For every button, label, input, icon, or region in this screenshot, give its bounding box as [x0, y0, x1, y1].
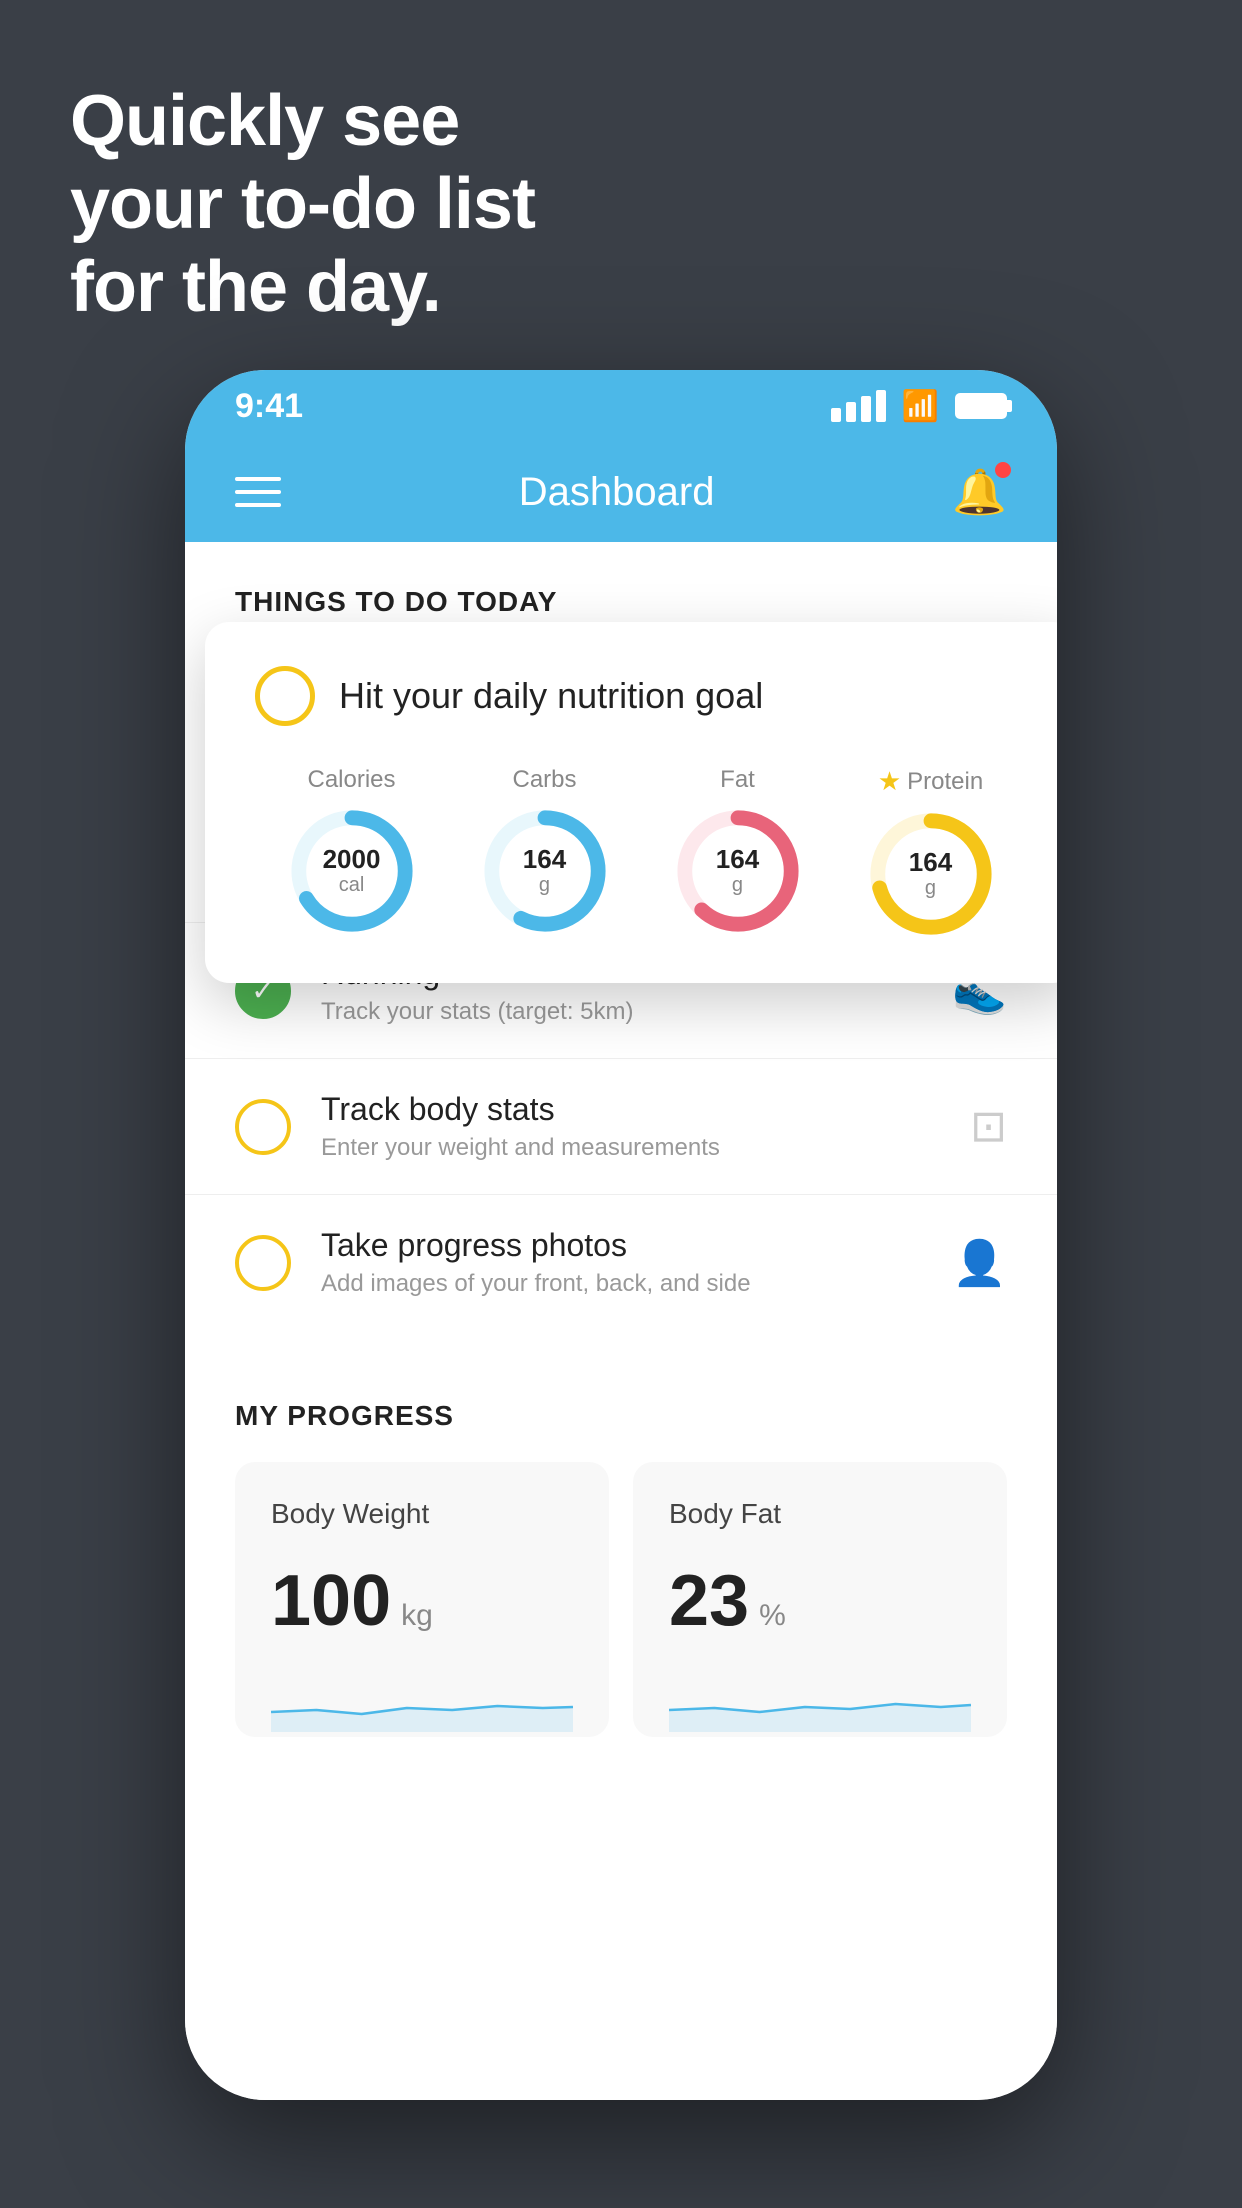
progress-section: MY PROGRESS Body Weight 100 kg B	[185, 1350, 1057, 1767]
todo-subtitle-body-stats: Enter your weight and measurements	[321, 1134, 940, 1162]
status-icons: 📶	[831, 389, 1007, 424]
body-weight-title: Body Weight	[271, 1498, 573, 1530]
calories-label: Calories	[307, 766, 395, 794]
nutrition-check-circle[interactable]	[255, 666, 315, 726]
notification-button[interactable]: 🔔	[952, 466, 1007, 518]
calories-unit: cal	[323, 874, 381, 897]
fat-unit: g	[716, 874, 759, 897]
signal-icon	[831, 390, 886, 422]
body-weight-value: 100	[271, 1560, 391, 1642]
todo-item-body-stats[interactable]: Track body stats Enter your weight and m…	[185, 1058, 1057, 1194]
body-weight-chart	[271, 1672, 573, 1732]
protein-donut: 164 g	[866, 809, 996, 939]
scale-icon: ⊡	[970, 1101, 1007, 1152]
todo-circle-body-stats	[235, 1099, 291, 1155]
nutrition-card: Hit your daily nutrition goal Calories 2…	[205, 622, 1057, 983]
todo-subtitle-photos: Add images of your front, back, and side	[321, 1270, 922, 1298]
body-fat-card[interactable]: Body Fat 23 %	[633, 1462, 1007, 1737]
app-header: Dashboard 🔔	[185, 442, 1057, 542]
fat-value: 164	[716, 845, 759, 874]
person-icon: 👤	[952, 1237, 1007, 1289]
notification-dot	[995, 462, 1011, 478]
body-fat-chart	[669, 1672, 971, 1732]
calories-value: 2000	[323, 845, 381, 874]
todo-text-body-stats: Track body stats Enter your weight and m…	[321, 1091, 940, 1162]
todo-title-body-stats: Track body stats	[321, 1091, 940, 1128]
todo-circle-photos	[235, 1235, 291, 1291]
body-fat-value: 23	[669, 1560, 749, 1642]
carbs-unit: g	[523, 874, 566, 897]
body-weight-card[interactable]: Body Weight 100 kg	[235, 1462, 609, 1737]
carbs-value: 164	[523, 845, 566, 874]
todo-item-photos[interactable]: Take progress photos Add images of your …	[185, 1194, 1057, 1330]
protein-label: Protein	[907, 768, 983, 796]
calories-donut: 2000 cal	[287, 806, 417, 936]
protein-unit: g	[909, 877, 952, 900]
status-time: 9:41	[235, 387, 303, 426]
fat-donut: 164 g	[673, 806, 803, 936]
nutrition-goal-text: Hit your daily nutrition goal	[339, 675, 763, 717]
header-title: Dashboard	[519, 470, 715, 515]
macro-fat: Fat 164 g	[673, 766, 803, 936]
wifi-icon: 📶	[902, 389, 939, 424]
macros-row: Calories 2000 cal Carbs	[255, 766, 1027, 939]
battery-icon	[955, 393, 1007, 419]
headline-text: Quickly see your to-do list for the day.	[70, 80, 535, 328]
todo-subtitle-running: Track your stats (target: 5km)	[321, 998, 922, 1026]
nutrition-goal-row: Hit your daily nutrition goal	[255, 666, 1027, 726]
status-bar: 9:41 📶	[185, 370, 1057, 442]
fat-label: Fat	[720, 766, 755, 794]
todo-list: ✓ Running Track your stats (target: 5km)…	[185, 922, 1057, 1330]
body-fat-title: Body Fat	[669, 1498, 971, 1530]
body-fat-unit: %	[759, 1599, 786, 1633]
protein-value: 164	[909, 848, 952, 877]
body-fat-value-row: 23 %	[669, 1560, 971, 1642]
body-weight-unit: kg	[401, 1599, 433, 1633]
star-icon: ★	[878, 766, 901, 797]
menu-button[interactable]	[235, 477, 281, 507]
macro-carbs: Carbs 164 g	[480, 766, 610, 936]
carbs-donut: 164 g	[480, 806, 610, 936]
todo-title-photos: Take progress photos	[321, 1227, 922, 1264]
todo-text-photos: Take progress photos Add images of your …	[321, 1227, 922, 1298]
macro-protein: ★ Protein 164 g	[866, 766, 996, 939]
macro-calories: Calories 2000 cal	[287, 766, 417, 936]
phone-mockup: 9:41 📶 Dashboard 🔔 THINGS TO DO TODAY	[185, 370, 1057, 2100]
progress-cards: Body Weight 100 kg Body Fat 23 %	[235, 1462, 1007, 1737]
phone-content: THINGS TO DO TODAY Hit your daily nutrit…	[185, 542, 1057, 2100]
progress-header: MY PROGRESS	[235, 1400, 1007, 1432]
carbs-label: Carbs	[512, 766, 576, 794]
protein-label-row: ★ Protein	[878, 766, 983, 797]
body-weight-value-row: 100 kg	[271, 1560, 573, 1642]
